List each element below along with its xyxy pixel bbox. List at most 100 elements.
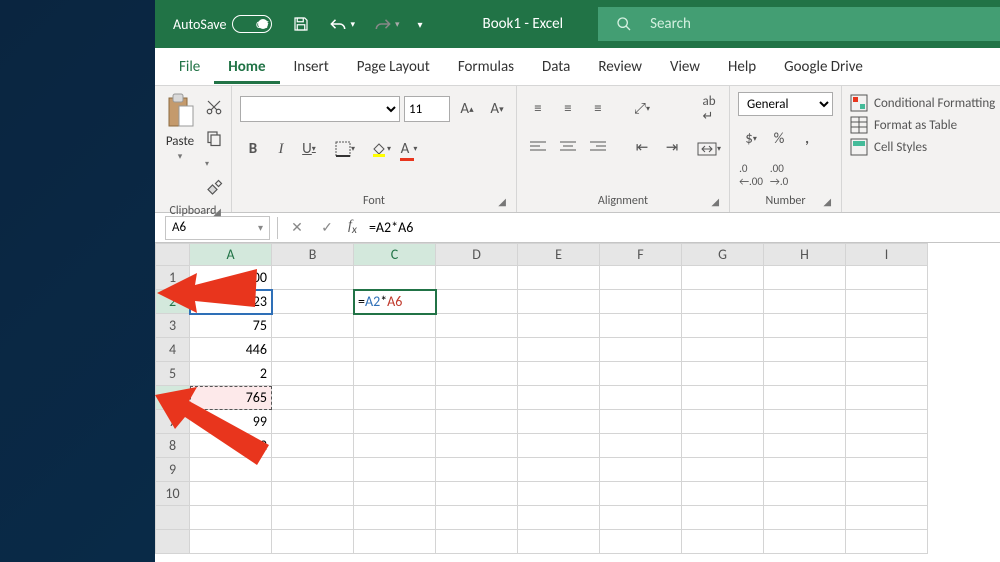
number-dialog-icon[interactable]: ◢ — [823, 195, 831, 208]
row-header-7[interactable]: 7 — [156, 410, 190, 434]
conditional-formatting-button[interactable]: Conditional Formatting — [850, 94, 995, 112]
formula-input[interactable] — [363, 219, 1000, 236]
decrease-indent-icon[interactable]: ⇤ — [629, 134, 655, 160]
row-header-1[interactable]: 1 — [156, 266, 190, 290]
redo-button[interactable]: ▾ — [373, 16, 400, 32]
row-header-3[interactable]: 3 — [156, 314, 190, 338]
tab-view[interactable]: View — [656, 50, 714, 84]
title-bar: AutoSave Off ▾ ▾ ▾ Book1 - Excel Search — [155, 0, 1000, 48]
format-as-table-button[interactable]: Format as Table — [850, 116, 995, 134]
col-header-H[interactable]: H — [764, 244, 846, 266]
border-button[interactable]: ▾ — [332, 136, 358, 162]
tab-help[interactable]: Help — [714, 50, 770, 84]
group-styles: Conditional Formatting Format as Table C… — [842, 86, 1000, 212]
tab-home[interactable]: Home — [214, 50, 279, 84]
decrease-font-icon[interactable]: A▾ — [484, 96, 510, 122]
row-header-10[interactable]: 10 — [156, 482, 190, 506]
cell-A7[interactable]: 99 — [190, 410, 272, 434]
cut-icon[interactable] — [205, 98, 223, 121]
cell-A5[interactable]: 2 — [190, 362, 272, 386]
cell-A4[interactable]: 446 — [190, 338, 272, 362]
cell-A3[interactable]: 75 — [190, 314, 272, 338]
tab-formulas[interactable]: Formulas — [444, 50, 528, 84]
bold-button[interactable]: B — [240, 136, 266, 162]
row-header-9[interactable]: 9 — [156, 458, 190, 482]
document-title: Book1 - Excel — [483, 15, 564, 33]
autosave-toggle[interactable]: AutoSave Off — [173, 15, 272, 33]
ribbon-tabs: File Home Insert Page Layout Formulas Da… — [155, 48, 1000, 86]
col-header-F[interactable]: F — [600, 244, 682, 266]
align-bottom-icon[interactable]: ≡ — [585, 96, 611, 122]
select-all-corner[interactable] — [156, 244, 190, 266]
autosave-label: AutoSave — [173, 16, 226, 33]
ribbon: Paste ▾ ▾ Clipboard◢ A▴ A▾ — [155, 86, 1000, 213]
clipboard-dialog-icon[interactable]: ◢ — [213, 205, 221, 218]
row-header-6[interactable]: 6 — [156, 386, 190, 410]
cell-A6[interactable]: 765 — [190, 386, 272, 410]
tab-page-layout[interactable]: Page Layout — [343, 50, 444, 84]
tab-review[interactable]: Review — [584, 50, 656, 84]
increase-decimal-icon[interactable]: .0←.00 — [738, 162, 764, 188]
cancel-formula-icon[interactable]: ✕ — [282, 219, 312, 236]
cell-A8[interactable]: 12 — [190, 434, 272, 458]
col-header-G[interactable]: G — [682, 244, 764, 266]
tab-data[interactable]: Data — [528, 50, 584, 84]
wrap-text-button[interactable]: ab↵ — [697, 96, 721, 122]
enter-formula-icon[interactable]: ✓ — [312, 219, 342, 236]
insert-function-icon[interactable]: fx — [348, 218, 357, 237]
alignment-dialog-icon[interactable]: ◢ — [711, 195, 719, 208]
align-middle-icon[interactable]: ≡ — [555, 96, 581, 122]
align-center-icon[interactable] — [555, 134, 581, 160]
col-header-D[interactable]: D — [436, 244, 518, 266]
cell-styles-button[interactable]: Cell Styles — [850, 138, 995, 156]
search-placeholder: Search — [650, 15, 691, 33]
cell-A2[interactable]: 323 — [190, 290, 272, 314]
row-header-8[interactable]: 8 — [156, 434, 190, 458]
decrease-decimal-icon[interactable]: .00→.0 — [766, 162, 792, 188]
save-icon[interactable] — [292, 15, 310, 33]
increase-indent-icon[interactable]: ⇥ — [659, 134, 685, 160]
align-right-icon[interactable] — [585, 134, 611, 160]
align-left-icon[interactable] — [525, 134, 551, 160]
search-box[interactable]: Search — [598, 7, 1000, 41]
row-header-2[interactable]: 2 — [156, 290, 190, 314]
col-header-B[interactable]: B — [272, 244, 354, 266]
customize-qat-icon[interactable]: ▾ — [418, 18, 423, 31]
formula-bar: A6▾ ✕ ✓ fx — [155, 213, 1000, 243]
spreadsheet-grid[interactable]: A B C D E F G H I 1100 2323 =A2*A6 375 4… — [155, 243, 1000, 562]
tab-file[interactable]: File — [165, 50, 214, 84]
group-clipboard: Paste ▾ ▾ Clipboard◢ — [155, 86, 232, 212]
format-painter-icon[interactable] — [205, 179, 223, 202]
increase-font-icon[interactable]: A▴ — [454, 96, 480, 122]
comma-format-button[interactable]: , — [794, 126, 820, 152]
font-size-select[interactable] — [404, 96, 450, 122]
copy-icon[interactable]: ▾ — [205, 129, 223, 171]
cell-A1[interactable]: 100 — [190, 266, 272, 290]
group-alignment: ≡ ≡ ≡ ⤢▾ ⇤ ⇥ a — [517, 86, 730, 212]
number-format-select[interactable]: General — [738, 92, 833, 116]
col-header-E[interactable]: E — [518, 244, 600, 266]
align-top-icon[interactable]: ≡ — [525, 96, 551, 122]
undo-button[interactable]: ▾ — [328, 16, 355, 32]
search-icon — [616, 16, 632, 32]
col-header-C[interactable]: C — [354, 244, 436, 266]
paste-button[interactable]: Paste ▾ — [163, 92, 197, 162]
row-header-5[interactable]: 5 — [156, 362, 190, 386]
tab-google-drive[interactable]: Google Drive — [770, 50, 877, 84]
font-color-button[interactable]: A▾ — [396, 136, 422, 162]
font-dialog-icon[interactable]: ◢ — [498, 195, 506, 208]
merge-center-button[interactable]: ▾ — [697, 136, 721, 162]
col-header-A[interactable]: A — [190, 244, 272, 266]
col-header-I[interactable]: I — [846, 244, 928, 266]
font-family-select[interactable] — [240, 96, 400, 122]
orientation-icon[interactable]: ⤢▾ — [629, 96, 655, 122]
underline-button[interactable]: U▾ — [296, 136, 322, 162]
cell-C2-editing[interactable]: =A2*A6 — [354, 290, 436, 314]
fill-color-button[interactable]: ▾ — [368, 136, 394, 162]
group-number: General $▾ % , .0←.00 .00→.0 Number◢ — [730, 86, 842, 212]
percent-format-button[interactable]: % — [766, 126, 792, 152]
tab-insert[interactable]: Insert — [280, 50, 343, 84]
accounting-format-button[interactable]: $▾ — [738, 126, 764, 152]
italic-button[interactable]: I — [268, 136, 294, 162]
row-header-4[interactable]: 4 — [156, 338, 190, 362]
